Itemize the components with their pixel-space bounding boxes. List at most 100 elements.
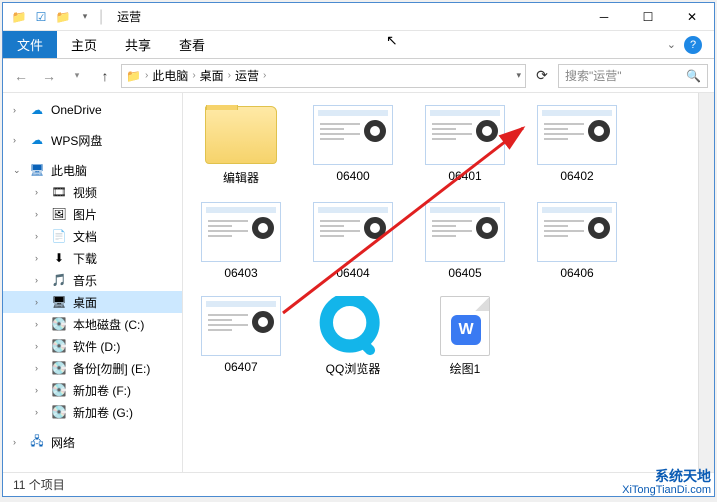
qat-dropdown-icon[interactable]: ▾ bbox=[77, 9, 93, 25]
window-title: 运营 bbox=[111, 8, 582, 25]
expander-icon[interactable]: › bbox=[35, 341, 45, 351]
expander-icon[interactable]: › bbox=[35, 209, 45, 219]
file-item[interactable]: QQ浏览器 bbox=[307, 296, 399, 377]
folder-icon: 📁 bbox=[126, 69, 141, 83]
ribbon-expand-icon[interactable]: ⌄ bbox=[667, 38, 676, 51]
watermark-cn: 系统天地 bbox=[655, 469, 711, 484]
file-item[interactable]: 06406 bbox=[531, 202, 623, 280]
tree-wps[interactable]: › ☁ WPS网盘 bbox=[3, 129, 182, 151]
close-button[interactable]: ✕ bbox=[670, 3, 714, 31]
image-thumbnail bbox=[201, 296, 281, 356]
tree-item[interactable]: › 💽 本地磁盘 (C:) bbox=[3, 313, 182, 335]
tree-network[interactable]: › 🖧 网络 bbox=[3, 431, 182, 453]
tree-label: 下载 bbox=[73, 250, 97, 267]
wps-doc-icon: W bbox=[425, 296, 505, 356]
checkbox-icon[interactable]: ☑ bbox=[33, 9, 49, 25]
forward-button[interactable]: → bbox=[37, 64, 61, 88]
image-thumbnail bbox=[313, 105, 393, 165]
tree-item[interactable]: › 📄 文档 bbox=[3, 225, 182, 247]
tree-label: 图片 bbox=[73, 206, 97, 223]
watermark: 系统天地 XiTongTianDi.com bbox=[622, 469, 711, 496]
folder-small-icon: 📁 bbox=[55, 9, 71, 25]
tree-item[interactable]: › 🖼 图片 bbox=[3, 203, 182, 225]
file-item[interactable]: W 绘图1 bbox=[419, 296, 511, 377]
tree-item[interactable]: › 🎵 音乐 bbox=[3, 269, 182, 291]
tree-item[interactable]: › 💽 新加卷 (G:) bbox=[3, 401, 182, 423]
vertical-scrollbar[interactable] bbox=[698, 93, 714, 472]
tab-view[interactable]: 查看 bbox=[165, 31, 219, 58]
tree-item[interactable]: › 🎞 视频 bbox=[3, 181, 182, 203]
tab-home[interactable]: 主页 bbox=[57, 31, 111, 58]
item-icon: 📄 bbox=[51, 228, 67, 244]
expander-icon[interactable]: › bbox=[35, 297, 45, 307]
refresh-button[interactable]: ⟳ bbox=[530, 64, 554, 88]
image-thumbnail bbox=[313, 202, 393, 262]
maximize-button[interactable]: ☐ bbox=[626, 3, 670, 31]
qq-browser-icon bbox=[313, 296, 393, 356]
item-icon: 💽 bbox=[51, 338, 67, 354]
onedrive-icon: ☁ bbox=[29, 102, 45, 118]
network-icon: 🖧 bbox=[29, 434, 45, 450]
tree-item[interactable]: › 🖥 桌面 bbox=[3, 291, 182, 313]
chevron-right-icon[interactable]: › bbox=[145, 70, 148, 81]
chevron-right-icon[interactable]: › bbox=[228, 70, 231, 81]
expander-icon[interactable]: › bbox=[35, 363, 45, 373]
address-dropdown-icon[interactable]: ▾ bbox=[516, 70, 521, 81]
file-item[interactable]: 06403 bbox=[195, 202, 287, 280]
tree-item[interactable]: › 💽 备份[勿删] (E:) bbox=[3, 357, 182, 379]
file-item[interactable]: 编辑器 bbox=[195, 105, 287, 186]
tree-item[interactable]: › 💽 新加卷 (F:) bbox=[3, 379, 182, 401]
tree-label: 新加卷 (F:) bbox=[73, 382, 131, 399]
expander-icon[interactable]: › bbox=[13, 135, 23, 145]
item-icon: 💽 bbox=[51, 404, 67, 420]
chevron-right-icon[interactable]: › bbox=[192, 70, 195, 81]
folder-icon: 📁 bbox=[11, 9, 27, 25]
expander-icon[interactable]: › bbox=[35, 187, 45, 197]
expander-icon[interactable]: › bbox=[13, 105, 23, 115]
tab-share[interactable]: 共享 bbox=[111, 31, 165, 58]
help-icon[interactable]: ? bbox=[684, 36, 702, 54]
search-input[interactable]: 搜索"运营" 🔍 bbox=[558, 64, 708, 88]
expander-icon[interactable]: › bbox=[35, 407, 45, 417]
file-item[interactable]: 06400 bbox=[307, 105, 399, 186]
file-item[interactable]: 06401 bbox=[419, 105, 511, 186]
tree-onedrive[interactable]: › ☁ OneDrive bbox=[3, 99, 182, 121]
expander-icon[interactable]: › bbox=[35, 385, 45, 395]
tree-item[interactable]: › 💽 软件 (D:) bbox=[3, 335, 182, 357]
expander-icon[interactable]: › bbox=[35, 231, 45, 241]
pc-icon: 🖥 bbox=[29, 162, 45, 178]
file-item[interactable]: 06407 bbox=[195, 296, 287, 377]
titlebar: 📁 ☑ 📁 ▾ | 运营 ↖ ─ ☐ ✕ bbox=[3, 3, 714, 31]
content-pane[interactable]: 编辑器064000640106402 06403 06404 06405 06406 06… bbox=[183, 93, 714, 472]
explorer-window: 📁 ☑ 📁 ▾ | 运营 ↖ ─ ☐ ✕ 文件 主页 共享 查看 ⌄ ? ← →… bbox=[2, 2, 715, 497]
recent-dropdown[interactable]: ▾ bbox=[65, 64, 89, 88]
tree-this-pc[interactable]: ⌄ 🖥 此电脑 bbox=[3, 159, 182, 181]
minimize-button[interactable]: ─ bbox=[582, 3, 626, 31]
expander-icon[interactable]: › bbox=[35, 253, 45, 263]
navigation-pane[interactable]: › ☁ OneDrive › ☁ WPS网盘 ⌄ 🖥 此电脑 › 🎞 视频› 🖼… bbox=[3, 93, 183, 472]
back-button[interactable]: ← bbox=[9, 64, 33, 88]
expander-icon[interactable]: › bbox=[13, 437, 23, 447]
item-icon: 💽 bbox=[51, 316, 67, 332]
file-label: 06403 bbox=[224, 266, 257, 280]
tree-item[interactable]: › ⬇ 下载 bbox=[3, 247, 182, 269]
chevron-right-icon[interactable]: › bbox=[263, 70, 266, 81]
file-label: 绘图1 bbox=[450, 360, 481, 377]
breadcrumb-thispc[interactable]: 此电脑 bbox=[152, 67, 188, 84]
expander-icon[interactable]: › bbox=[35, 275, 45, 285]
tree-label: 备份[勿删] (E:) bbox=[73, 360, 150, 377]
file-item[interactable]: 06402 bbox=[531, 105, 623, 186]
file-item[interactable]: 06405 bbox=[419, 202, 511, 280]
file-label: QQ浏览器 bbox=[326, 360, 381, 377]
file-label: 06406 bbox=[560, 266, 593, 280]
address-bar[interactable]: 📁 › 此电脑 › 桌面 › 运营 › ▾ bbox=[121, 64, 526, 88]
file-item[interactable]: 06404 bbox=[307, 202, 399, 280]
expander-icon[interactable]: › bbox=[35, 319, 45, 329]
up-button[interactable]: ↑ bbox=[93, 64, 117, 88]
breadcrumb-current[interactable]: 运营 bbox=[235, 67, 259, 84]
breadcrumb-desktop[interactable]: 桌面 bbox=[200, 67, 224, 84]
tab-file[interactable]: 文件 bbox=[3, 31, 57, 58]
expander-icon[interactable]: ⌄ bbox=[13, 165, 23, 176]
ribbon-right: ⌄ ? bbox=[667, 31, 714, 58]
item-icon: 🖼 bbox=[51, 206, 67, 222]
